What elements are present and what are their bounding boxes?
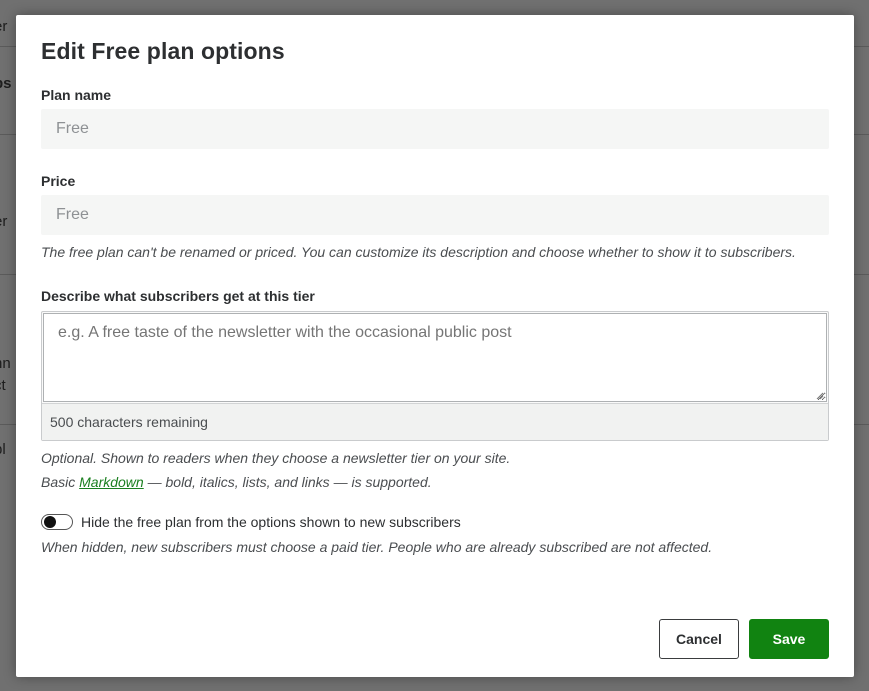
hide-free-plan-label[interactable]: Hide the free plan from the options show…: [81, 514, 461, 530]
price-field: Free: [41, 195, 829, 235]
bg-fragment: ct: [0, 377, 6, 394]
edit-free-plan-dialog: Edit Free plan options Plan name Free Pr…: [16, 15, 854, 677]
bg-fragment: er: [0, 18, 8, 35]
description-help-markdown: Basic Markdown — bold, italics, lists, a…: [41, 474, 432, 491]
markdown-link[interactable]: Markdown: [79, 474, 144, 490]
free-plan-help-text: The free plan can't be renamed or priced…: [41, 244, 796, 260]
hide-free-plan-toggle[interactable]: [41, 514, 73, 530]
hide-free-plan-help: When hidden, new subscribers must choose…: [41, 539, 713, 555]
bg-fragment: er: [0, 213, 8, 230]
markdown-help-prefix: Basic: [41, 474, 80, 490]
bg-fragment: pl: [0, 441, 6, 458]
dialog-title: Edit Free plan options: [41, 38, 285, 64]
plan-name-label: Plan name: [41, 87, 112, 103]
description-textarea[interactable]: [43, 313, 827, 402]
cancel-button[interactable]: Cancel: [659, 619, 739, 659]
characters-remaining: 500 characters remaining: [42, 403, 828, 440]
toggle-knob: [44, 516, 56, 528]
resize-grip-icon[interactable]: [816, 392, 824, 400]
markdown-help-suffix: — bold, italics, lists, and links — is s…: [143, 474, 432, 490]
description-textarea-wrapper: 500 characters remaining: [41, 311, 829, 441]
description-label: Describe what subscribers get at this ti…: [41, 288, 315, 304]
plan-name-field: Free: [41, 109, 829, 149]
bg-fragment: nn: [0, 355, 11, 372]
bg-fragment: bs: [0, 75, 12, 92]
save-button[interactable]: Save: [749, 619, 829, 659]
hide-free-plan-row: Hide the free plan from the options show…: [41, 513, 461, 531]
price-label: Price: [41, 173, 76, 189]
description-help-optional: Optional. Shown to readers when they cho…: [41, 450, 511, 466]
